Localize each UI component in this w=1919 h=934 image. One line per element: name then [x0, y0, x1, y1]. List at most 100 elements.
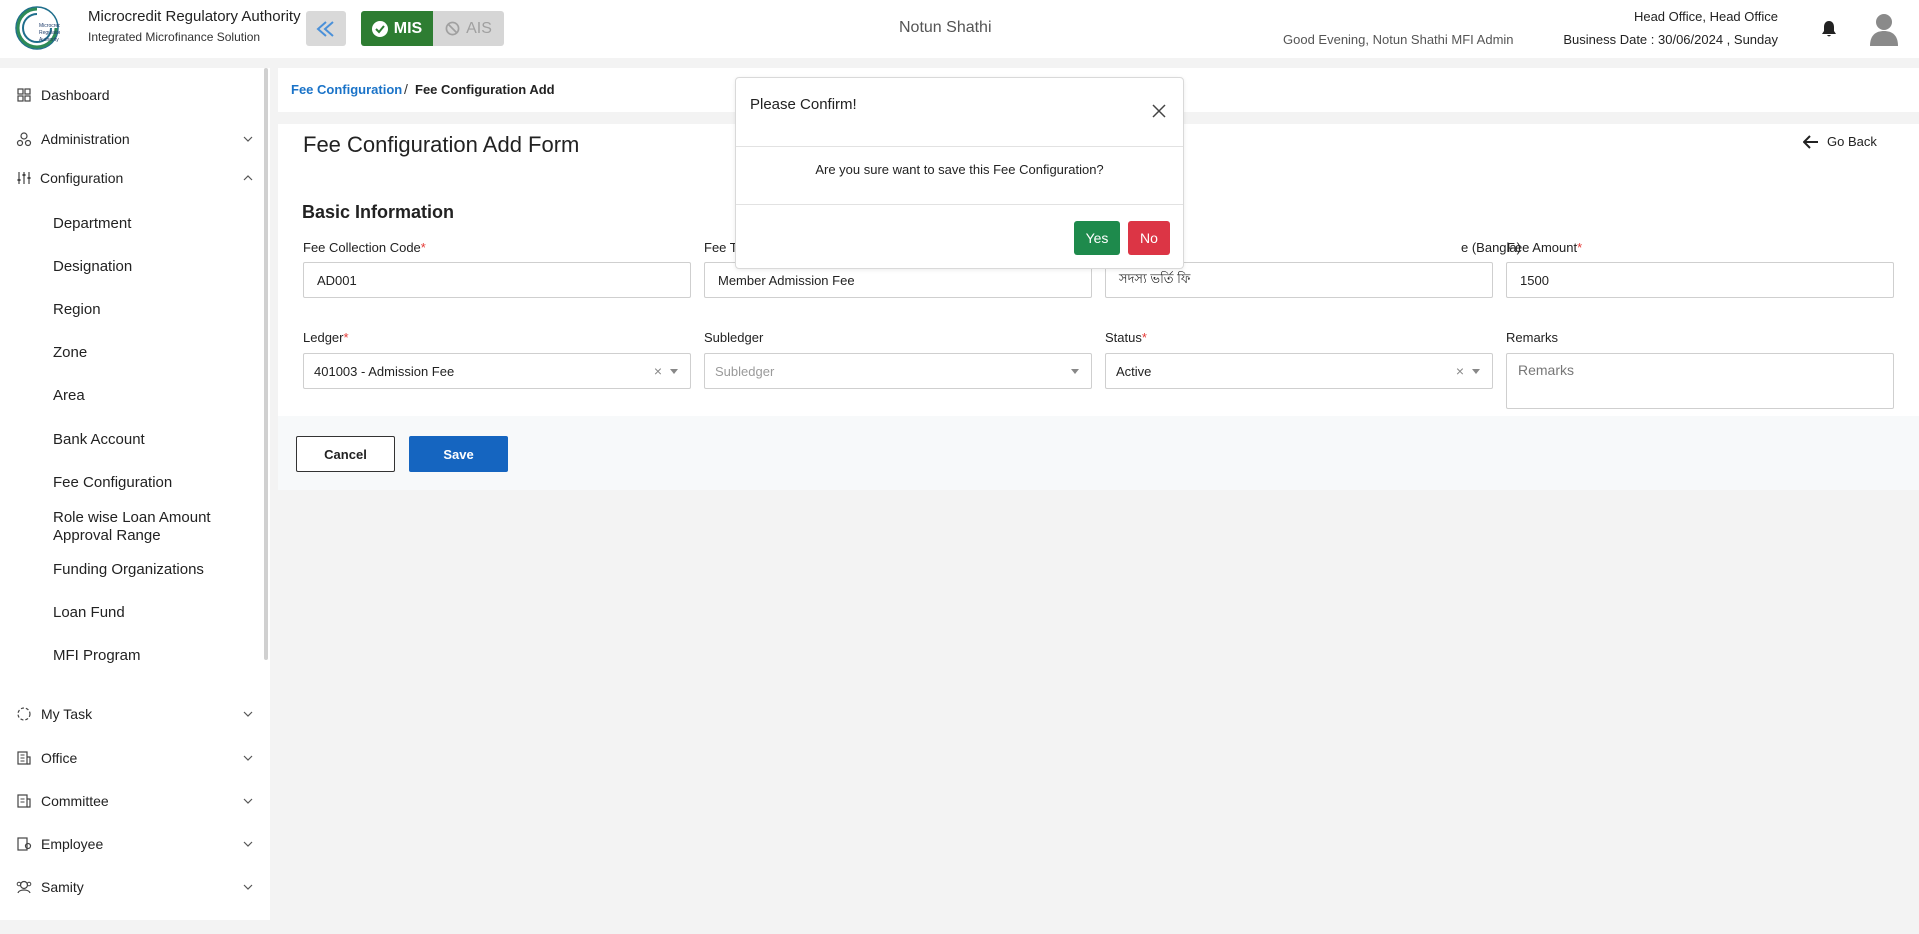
sliders-icon — [17, 172, 31, 184]
admin-icon — [16, 132, 32, 147]
yes-button[interactable]: Yes — [1074, 221, 1120, 255]
mis-toggle-button[interactable]: MIS — [361, 11, 433, 46]
section-title: Basic Information — [302, 202, 455, 222]
breadcrumb-separator: / — [404, 81, 408, 97]
svg-text:Authority: Authority — [39, 37, 59, 43]
sidebar-subitem-fee-configuration[interactable]: Fee Configuration — [53, 474, 253, 492]
sidebar-item-administration[interactable]: Administration — [0, 124, 262, 154]
svg-text:Microcredit: Microcredit — [39, 23, 60, 29]
task-icon — [17, 707, 31, 721]
sidebar: Dashboard Administration Configuration D… — [0, 68, 270, 920]
sidebar-item-label: Committee — [41, 793, 109, 809]
sidebar-subitem-zone[interactable]: Zone — [53, 344, 253, 362]
sidebar-item-employee[interactable]: Employee — [0, 829, 262, 859]
check-circle-icon — [371, 20, 388, 37]
sidebar-subitem-funding-organizations[interactable]: Funding Organizations — [53, 561, 253, 579]
chevron-down-icon — [243, 841, 253, 847]
confirm-dialog: Please Confirm! Are you sure want to sav… — [735, 77, 1184, 269]
sidebar-item-label: Configuration — [40, 170, 124, 186]
fee-amount-label: Fee Amount* — [1507, 240, 1583, 255]
subledger-placeholder: Subledger — [715, 363, 775, 379]
fee-type-label: Fee T — [704, 240, 738, 255]
sidebar-item-committee[interactable]: Committee — [0, 786, 262, 816]
dialog-message: Are you sure want to save this Fee Confi… — [815, 162, 1104, 177]
breadcrumb-link-fee-configuration[interactable]: Fee Configuration — [291, 82, 402, 97]
save-button[interactable]: Save — [409, 436, 508, 472]
page-title: Fee Configuration Add Form — [303, 132, 580, 157]
sidebar-subitem-department[interactable]: Department — [53, 215, 253, 233]
fee-amount-input[interactable]: 1500 — [1506, 262, 1894, 298]
sidebar-subitem-loan-approval-range[interactable]: Role wise Loan Amount Approval Range — [53, 509, 233, 545]
logo-icon: Microcredit Regulatory Authority — [15, 6, 60, 50]
mis-label: MIS — [393, 19, 423, 37]
status-select[interactable]: Active × — [1105, 353, 1493, 389]
sidebar-item-configuration[interactable]: Configuration — [0, 163, 262, 193]
chevron-down-icon — [243, 136, 253, 142]
remarks-label: Remarks — [1506, 330, 1559, 345]
sidebar-item-label: Samity — [41, 879, 84, 895]
sidebar-subitem-area[interactable]: Area — [53, 387, 253, 405]
user-avatar-icon[interactable] — [1868, 11, 1900, 47]
employee-icon — [17, 837, 32, 851]
sidebar-item-label: Office — [41, 750, 78, 766]
org-name: Microcredit Regulatory Authority — [88, 8, 301, 25]
clear-icon[interactable]: × — [1456, 363, 1464, 379]
samity-icon — [16, 880, 32, 894]
sidebar-item-office[interactable]: Office — [0, 743, 262, 773]
status-selected-value: Active — [1116, 363, 1152, 379]
cancel-button[interactable]: Cancel — [296, 436, 395, 472]
sidebar-subitem-mfi-program[interactable]: MFI Program — [53, 647, 253, 665]
double-chevron-left-icon — [316, 20, 334, 37]
remarks-textarea[interactable]: Remarks — [1506, 353, 1894, 409]
greeting-text: Good Evening, Notun Shathi MFI Admin — [1283, 32, 1514, 47]
grid-icon — [17, 88, 31, 102]
fee-collection-code-input[interactable]: AD001 — [303, 262, 691, 298]
sidebar-item-samity[interactable]: Samity — [0, 872, 262, 902]
fee-collection-code-label: Fee Collection Code* — [303, 240, 426, 255]
go-back-label: Go Back — [1827, 134, 1877, 149]
chevron-down-icon — [243, 711, 253, 717]
go-back-button[interactable]: Go Back — [1803, 134, 1877, 149]
subledger-label: Subledger — [704, 330, 764, 345]
sidebar-subitem-loan-fund[interactable]: Loan Fund — [53, 604, 253, 622]
dropdown-arrow-icon[interactable] — [1472, 369, 1480, 374]
no-button[interactable]: No — [1128, 221, 1170, 255]
notification-bell-icon[interactable] — [1819, 19, 1839, 39]
dropdown-arrow-icon[interactable] — [1071, 369, 1079, 374]
ais-toggle-button[interactable]: AIS — [433, 11, 504, 46]
committee-icon — [17, 794, 31, 808]
dropdown-arrow-icon[interactable] — [670, 369, 678, 374]
subledger-select[interactable]: Subledger — [704, 353, 1092, 389]
sidebar-subitem-bank-account[interactable]: Bank Account — [53, 431, 253, 449]
svg-text:Regulatory: Regulatory — [39, 30, 60, 36]
ledger-label: Ledger* — [303, 330, 349, 345]
sidebar-item-label: Employee — [41, 836, 104, 852]
office-name: Head Office, Head Office — [1633, 9, 1778, 24]
sidebar-subitem-region[interactable]: Region — [53, 301, 253, 319]
sidebar-item-label: Administration — [41, 131, 130, 147]
sidebar-item-my-task[interactable]: My Task — [0, 699, 262, 729]
org-subtitle: Integrated Microfinance Solution — [88, 30, 261, 44]
sidebar-scrollbar[interactable] — [264, 68, 268, 660]
ledger-selected-value: 401003 - Admission Fee — [314, 363, 455, 379]
sidebar-subitem-designation[interactable]: Designation — [53, 258, 253, 276]
chevron-up-icon — [243, 175, 253, 181]
sidebar-item-label: My Task — [41, 706, 93, 722]
sidebar-collapse-button[interactable] — [306, 11, 346, 46]
chevron-down-icon — [243, 755, 253, 761]
ais-label: AIS — [466, 19, 492, 37]
mfi-name: Notun Shathi — [899, 19, 992, 36]
ledger-select[interactable]: 401003 - Admission Fee × — [303, 353, 691, 389]
close-icon[interactable] — [1152, 104, 1166, 118]
clear-icon[interactable]: × — [654, 363, 662, 379]
status-label: Status* — [1105, 330, 1147, 345]
sidebar-item-dashboard[interactable]: Dashboard — [0, 80, 262, 110]
divider — [736, 204, 1183, 205]
office-icon — [17, 751, 31, 765]
divider — [736, 146, 1183, 147]
breadcrumb-current: Fee Configuration Add — [415, 82, 555, 97]
form-action-bar: Cancel Save — [278, 416, 1919, 490]
business-date: Business Date : 30/06/2024 , Sunday — [1563, 32, 1778, 47]
arrow-left-icon — [1803, 134, 1818, 149]
chevron-down-icon — [243, 884, 253, 890]
